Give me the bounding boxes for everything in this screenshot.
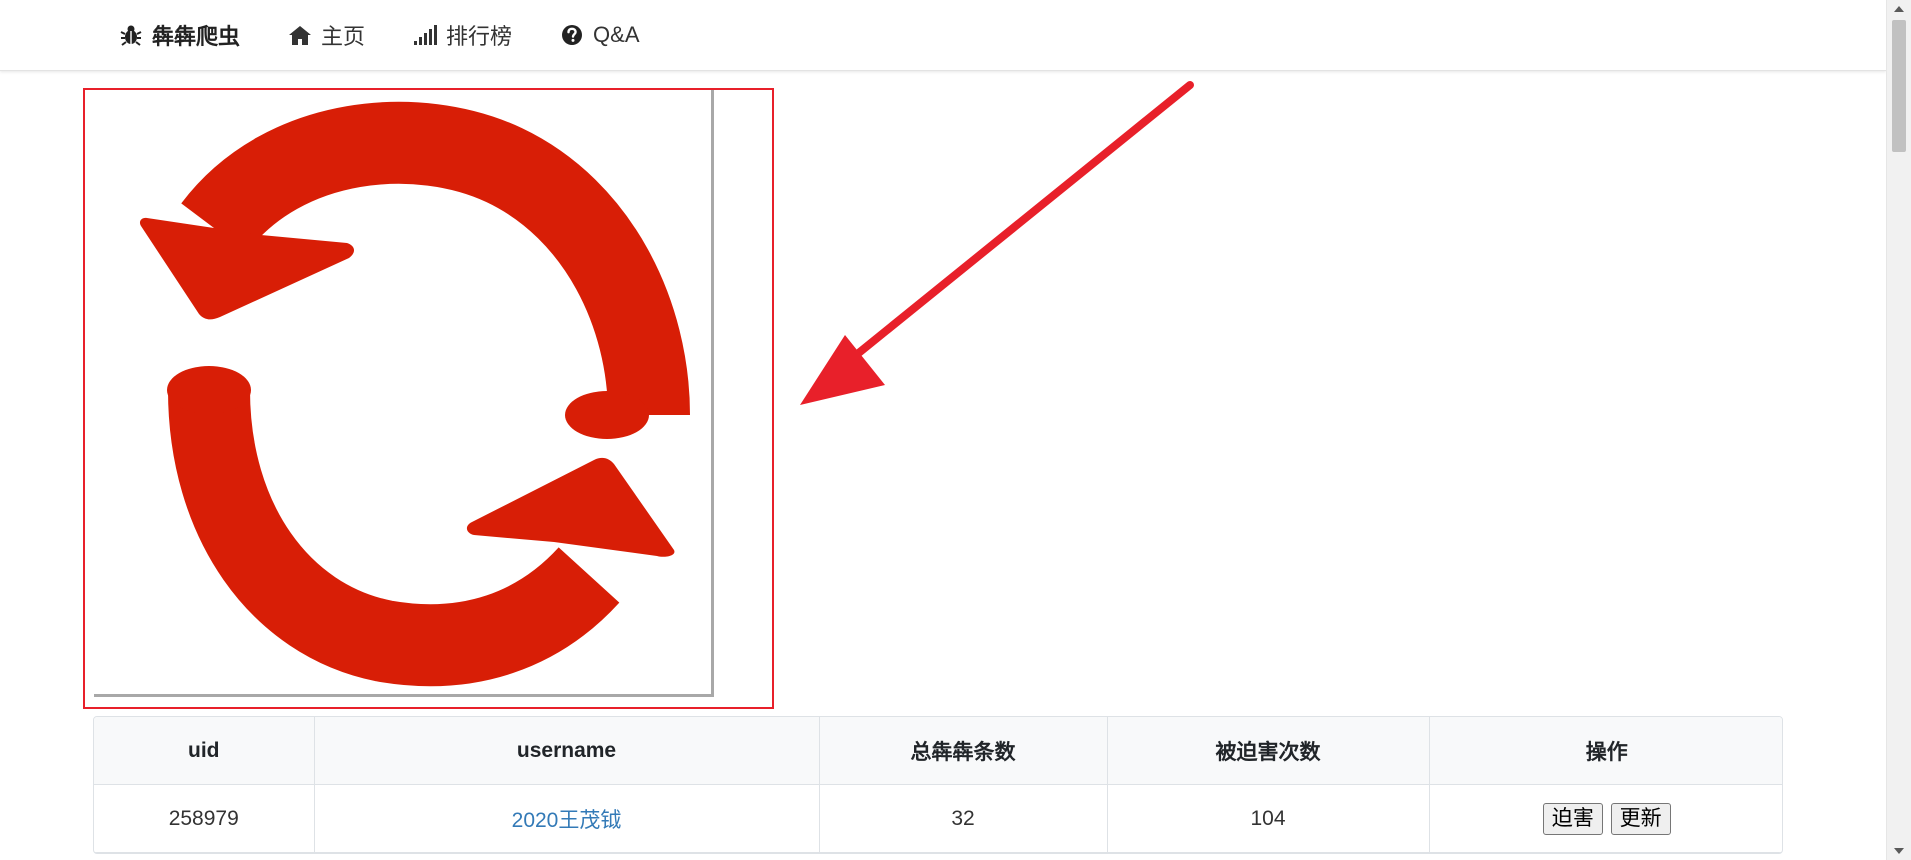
nav-brand-label: 犇犇爬虫 <box>152 24 241 49</box>
captcha-image-frame[interactable] <box>94 90 714 697</box>
scroll-up-icon[interactable] <box>1894 6 1904 12</box>
annotation-arrow-icon <box>800 81 1194 405</box>
column-header-total[interactable]: 总犇犇条数 <box>819 717 1108 785</box>
page-scrollbar[interactable] <box>1886 0 1911 860</box>
column-header-username[interactable]: username <box>314 717 820 785</box>
cell-uid: 258979 <box>94 784 315 853</box>
user-table: uid username 总犇犇条数 被迫害次数 操作 258979 2020王… <box>93 716 1783 854</box>
table-header-row: uid username 总犇犇条数 被迫害次数 操作 <box>94 717 1782 785</box>
nav-item-home-label: 主页 <box>321 24 366 49</box>
persecute-button[interactable]: 迫害 <box>1542 802 1603 835</box>
nav-item-qa-label: Q&A <box>593 22 640 47</box>
refresh-icon[interactable] <box>94 90 714 697</box>
column-header-persecuted[interactable]: 被迫害次数 <box>1107 717 1430 785</box>
cell-persecuted: 104 <box>1107 784 1430 853</box>
signal-bars-icon <box>412 22 438 48</box>
top-navbar: 犇犇爬虫 主页 排行榜 Q&A <box>0 0 1886 71</box>
scroll-down-icon[interactable] <box>1894 848 1904 854</box>
captcha-highlight-box <box>83 88 774 709</box>
table-row: 258979 2020王茂钺 32 104 迫害 更新 <box>94 784 1782 853</box>
cell-total: 32 <box>819 784 1108 853</box>
cell-actions: 迫害 更新 <box>1429 784 1782 853</box>
nav-brand[interactable]: 犇犇爬虫 <box>118 19 240 51</box>
page: 犇犇爬虫 主页 排行榜 Q&A uid username 总犇犇条数 被迫害次数… <box>0 0 1911 860</box>
question-circle-icon <box>559 22 585 48</box>
user-table-grid: uid username 总犇犇条数 被迫害次数 操作 258979 2020王… <box>94 717 1782 853</box>
nav-item-leaderboard-label: 排行榜 <box>446 24 513 49</box>
nav-item-qa[interactable]: Q&A <box>559 22 640 48</box>
nav-item-home[interactable]: 主页 <box>287 19 365 51</box>
column-header-uid[interactable]: uid <box>94 717 315 785</box>
home-icon <box>287 22 313 48</box>
update-button[interactable]: 更新 <box>1610 802 1671 835</box>
cell-username: 2020王茂钺 <box>314 784 820 853</box>
scroll-thumb[interactable] <box>1892 20 1906 152</box>
column-header-actions: 操作 <box>1429 717 1782 785</box>
bug-icon <box>118 22 144 48</box>
username-link[interactable]: 2020王茂钺 <box>512 809 622 832</box>
nav-item-leaderboard[interactable]: 排行榜 <box>412 19 512 51</box>
